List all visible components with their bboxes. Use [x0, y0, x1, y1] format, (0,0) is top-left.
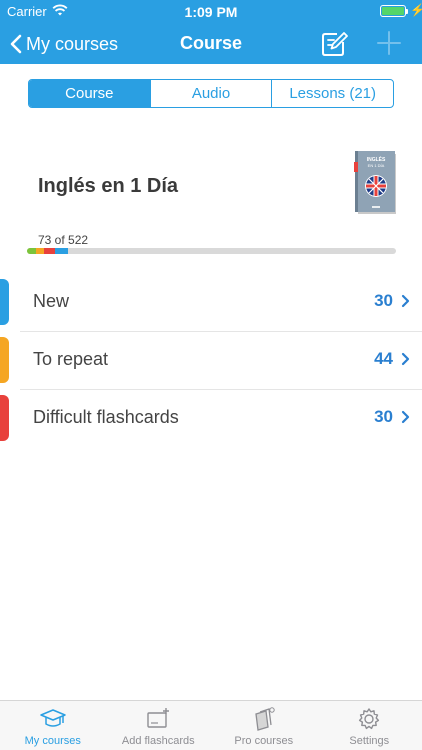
edit-icon[interactable] [320, 30, 348, 58]
tab-pro-courses[interactable]: Pro courses [211, 701, 317, 750]
chevron-right-icon [401, 352, 410, 366]
chevron-right-icon [401, 410, 410, 424]
cover-title-line-1: INGLÉS [367, 155, 386, 163]
cover-title-line-2: EN 1 DÍA [368, 163, 385, 168]
tab-settings[interactable]: Settings [317, 701, 422, 750]
back-button[interactable]: My courses [10, 30, 118, 58]
progress-bar [27, 248, 396, 254]
row-to-repeat[interactable]: To repeat 44 [0, 331, 422, 389]
add-icon[interactable] [376, 30, 402, 56]
row-label: New [33, 291, 70, 311]
row-label: To repeat [33, 349, 109, 369]
row-label: Difficult flashcards [33, 407, 179, 427]
status-bar: Carrier 1:09 PM ⚡ [0, 0, 422, 22]
tab-bar: My courses Add flashcards Pro courses Se… [0, 700, 422, 750]
progress-segment [43, 248, 55, 254]
segmented-control: Course Audio Lessons (21) [28, 79, 394, 108]
tab-add-flashcards[interactable]: Add flashcards [106, 701, 212, 750]
progress-segment [27, 248, 37, 254]
tab-label: Add flashcards [121, 735, 195, 747]
row-difficult-flashcards[interactable]: Difficult flashcards 30 [0, 389, 422, 447]
back-button-label: My courses [26, 33, 119, 54]
row-color-tab [0, 279, 9, 325]
row-count: 30 [374, 407, 393, 426]
row-count: 44 [374, 349, 393, 368]
row-count: 30 [374, 291, 393, 310]
clock: 1:09 PM [184, 4, 238, 20]
graduation-cap-icon [40, 709, 66, 727]
segment-course[interactable]: Course [29, 80, 150, 107]
navigation-bar: Carrier 1:09 PM ⚡ My courses Course [0, 0, 422, 64]
segment-lessons[interactable]: Lessons (21) [271, 80, 393, 107]
pro-courses-icon [255, 707, 275, 731]
gear-icon [359, 708, 380, 730]
course-title: Inglés en 1 Día [38, 175, 179, 197]
chevron-left-icon [10, 34, 22, 54]
add-flashcard-icon [147, 708, 170, 728]
tab-label: Pro courses [234, 735, 294, 747]
course-cover-image: INGLÉS EN 1 DÍA [354, 151, 396, 214]
tab-my-courses[interactable]: My courses [0, 701, 106, 750]
row-color-tab [0, 337, 9, 383]
chevron-right-icon [401, 294, 410, 308]
progress-label: 73 of 522 [38, 233, 89, 247]
progress-segment [54, 248, 68, 254]
battery-tip [406, 9, 408, 14]
progress-segment [36, 248, 44, 254]
charging-icon: ⚡ [410, 3, 422, 17]
tab-label: My courses [24, 735, 81, 747]
tab-label: Settings [349, 735, 390, 747]
segment-audio[interactable]: Audio [149, 80, 272, 107]
row-new[interactable]: New 30 [0, 273, 422, 331]
row-color-tab [0, 395, 9, 441]
battery-icon [380, 5, 406, 17]
